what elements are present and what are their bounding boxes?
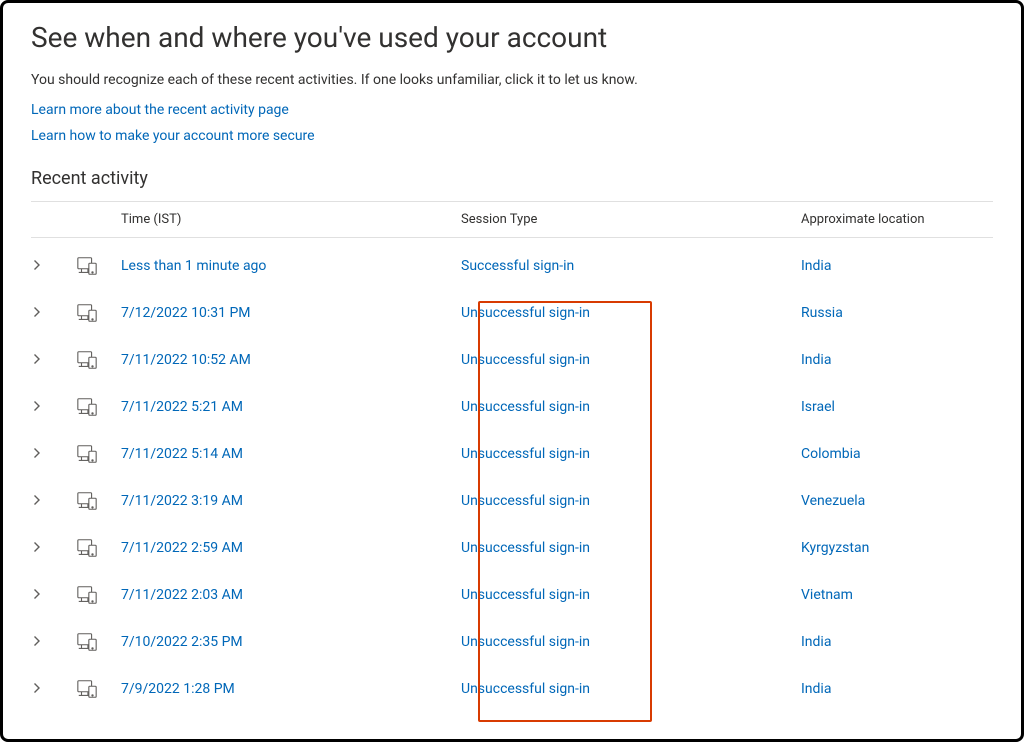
- device-icon: [76, 631, 98, 653]
- activity-row[interactable]: 7/12/2022 10:31 PMUnsuccessful sign-inRu…: [31, 289, 993, 336]
- activity-row[interactable]: 7/10/2022 2:35 PMUnsuccessful sign-inInd…: [31, 618, 993, 665]
- activity-time: 7/11/2022 10:52 AM: [121, 352, 461, 368]
- activity-row[interactable]: 7/9/2022 1:28 PMUnsuccessful sign-inIndi…: [31, 665, 993, 712]
- chevron-right-icon[interactable]: [31, 447, 43, 459]
- activity-location: India: [801, 258, 993, 274]
- activity-location: India: [801, 634, 993, 650]
- column-time: Time (IST): [121, 212, 461, 227]
- activity-time: 7/12/2022 10:31 PM: [121, 305, 461, 321]
- device-icon: [76, 396, 98, 418]
- activity-session: Successful sign-in: [461, 258, 801, 274]
- device-icon: [76, 255, 98, 277]
- chevron-right-icon[interactable]: [31, 588, 43, 600]
- activity-location: Venezuela: [801, 493, 993, 509]
- activity-row[interactable]: 7/11/2022 10:52 AMUnsuccessful sign-inIn…: [31, 336, 993, 383]
- activity-session: Unsuccessful sign-in: [461, 446, 801, 462]
- activity-row[interactable]: 7/11/2022 2:03 AMUnsuccessful sign-inVie…: [31, 571, 993, 618]
- column-session: Session Type: [461, 212, 801, 227]
- activity-time: 7/9/2022 1:28 PM: [121, 681, 461, 697]
- activity-time: 7/10/2022 2:35 PM: [121, 634, 461, 650]
- activity-time: 7/11/2022 2:59 AM: [121, 540, 461, 556]
- activity-row[interactable]: 7/11/2022 2:59 AMUnsuccessful sign-inKyr…: [31, 524, 993, 571]
- activity-time: 7/11/2022 3:19 AM: [121, 493, 461, 509]
- activity-location: Israel: [801, 399, 993, 415]
- activity-location: Kyrgyzstan: [801, 540, 993, 556]
- chevron-right-icon[interactable]: [31, 306, 43, 318]
- activity-location: Russia: [801, 305, 993, 321]
- activity-session: Unsuccessful sign-in: [461, 587, 801, 603]
- page-title: See when and where you've used your acco…: [31, 21, 993, 54]
- device-icon: [76, 537, 98, 559]
- device-icon: [76, 302, 98, 324]
- column-location: Approximate location: [801, 212, 993, 227]
- chevron-right-icon[interactable]: [31, 259, 43, 271]
- activity-location: India: [801, 352, 993, 368]
- activity-session: Unsuccessful sign-in: [461, 634, 801, 650]
- chevron-right-icon[interactable]: [31, 400, 43, 412]
- activity-session: Unsuccessful sign-in: [461, 399, 801, 415]
- activity-time: 7/11/2022 5:21 AM: [121, 399, 461, 415]
- activity-row[interactable]: 7/11/2022 5:14 AMUnsuccessful sign-inCol…: [31, 430, 993, 477]
- activity-row[interactable]: Less than 1 minute agoSuccessful sign-in…: [31, 242, 993, 289]
- activity-session: Unsuccessful sign-in: [461, 540, 801, 556]
- activity-row[interactable]: 7/11/2022 3:19 AMUnsuccessful sign-inVen…: [31, 477, 993, 524]
- device-icon: [76, 584, 98, 606]
- chevron-right-icon[interactable]: [31, 682, 43, 694]
- activity-session: Unsuccessful sign-in: [461, 493, 801, 509]
- chevron-right-icon[interactable]: [31, 541, 43, 553]
- device-icon: [76, 678, 98, 700]
- device-icon: [76, 349, 98, 371]
- page-subtitle: You should recognize each of these recen…: [31, 72, 993, 88]
- activity-session: Unsuccessful sign-in: [461, 305, 801, 321]
- activity-location: Colombia: [801, 446, 993, 462]
- activity-session: Unsuccessful sign-in: [461, 352, 801, 368]
- activity-time: 7/11/2022 2:03 AM: [121, 587, 461, 603]
- activity-location: Vietnam: [801, 587, 993, 603]
- activity-list: Less than 1 minute agoSuccessful sign-in…: [31, 242, 993, 712]
- activity-row[interactable]: 7/11/2022 5:21 AMUnsuccessful sign-inIsr…: [31, 383, 993, 430]
- section-title: Recent activity: [31, 168, 993, 189]
- learn-more-secure-link[interactable]: Learn how to make your account more secu…: [31, 128, 993, 144]
- device-icon: [76, 490, 98, 512]
- learn-more-activity-link[interactable]: Learn more about the recent activity pag…: [31, 102, 993, 118]
- device-icon: [76, 443, 98, 465]
- chevron-right-icon[interactable]: [31, 494, 43, 506]
- chevron-right-icon[interactable]: [31, 353, 43, 365]
- activity-session: Unsuccessful sign-in: [461, 681, 801, 697]
- activity-time: Less than 1 minute ago: [121, 258, 461, 274]
- chevron-right-icon[interactable]: [31, 635, 43, 647]
- activity-location: India: [801, 681, 993, 697]
- activity-list-header: Time (IST) Session Type Approximate loca…: [31, 201, 993, 238]
- activity-time: 7/11/2022 5:14 AM: [121, 446, 461, 462]
